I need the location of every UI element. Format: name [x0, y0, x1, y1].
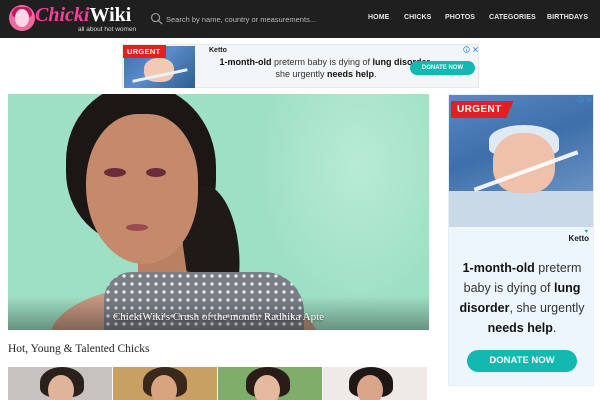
ad-brand-logo: Ketto ♥ [568, 229, 589, 243]
page: ChickiWiki all about hot women HOME CHIC… [0, 0, 600, 400]
hero-caption[interactable]: ChickiWiki's Crush of the month: Radhika… [8, 311, 429, 323]
section-heading: Hot, Young & Talented Chicks [8, 343, 150, 355]
hero-portrait [86, 114, 198, 264]
search-icon[interactable] [150, 12, 163, 25]
banner-ad[interactable]: URGENT Ketto 1-month-old preterm baby is… [122, 44, 479, 88]
chick-thumbnail[interactable] [113, 367, 217, 400]
close-icon[interactable] [586, 96, 593, 103]
nav-home[interactable]: HOME [368, 14, 389, 21]
nav-categories[interactable]: CATEGORIES [489, 14, 536, 21]
chick-thumbnail[interactable] [323, 367, 427, 400]
logo-word-wiki: Wiki [89, 4, 132, 26]
site-logo[interactable]: ChickiWiki all about hot women [8, 4, 148, 36]
top-navigation-bar: ChickiWiki all about hot women HOME CHIC… [0, 0, 600, 38]
logo-face-icon [9, 5, 35, 31]
ad-urgent-badge: URGENT [451, 101, 514, 118]
logo-tagline: all about hot women [78, 26, 137, 33]
ad-message: 1-month-old preterm baby is dying of lun… [219, 57, 432, 79]
heart-icon: ♥ [584, 229, 589, 235]
search-input[interactable] [166, 11, 344, 27]
ad-message: 1-month-old preterm baby is dying of lun… [459, 261, 585, 335]
donate-now-button[interactable]: DONATE NOW [410, 61, 475, 75]
nav-chicks[interactable]: CHICKS [404, 14, 431, 21]
chick-thumbnail[interactable] [218, 367, 322, 400]
nav-photos[interactable]: PHOTOS [445, 14, 475, 21]
info-icon[interactable] [463, 46, 470, 53]
ad-brand-logo: Ketto [209, 47, 227, 54]
sidebar-ad[interactable]: URGENT Ketto ♥ 1-month-old preterm baby i… [448, 94, 594, 386]
donate-now-button[interactable]: DONATE NOW [467, 350, 577, 372]
logo-wordmark: ChickiWiki [35, 5, 131, 25]
featured-crush-of-month[interactable]: ChickiWiki's Crush of the month: Radhika… [8, 94, 429, 330]
ad-urgent-badge: URGENT [123, 45, 167, 58]
info-icon[interactable] [577, 96, 584, 103]
logo-word-chicki: Chicki [35, 4, 90, 26]
nav-birthdays[interactable]: BIRTHDAYS [547, 14, 588, 21]
search-bar [150, 11, 345, 27]
close-icon[interactable] [472, 46, 479, 53]
chick-thumbnail[interactable] [8, 367, 112, 400]
